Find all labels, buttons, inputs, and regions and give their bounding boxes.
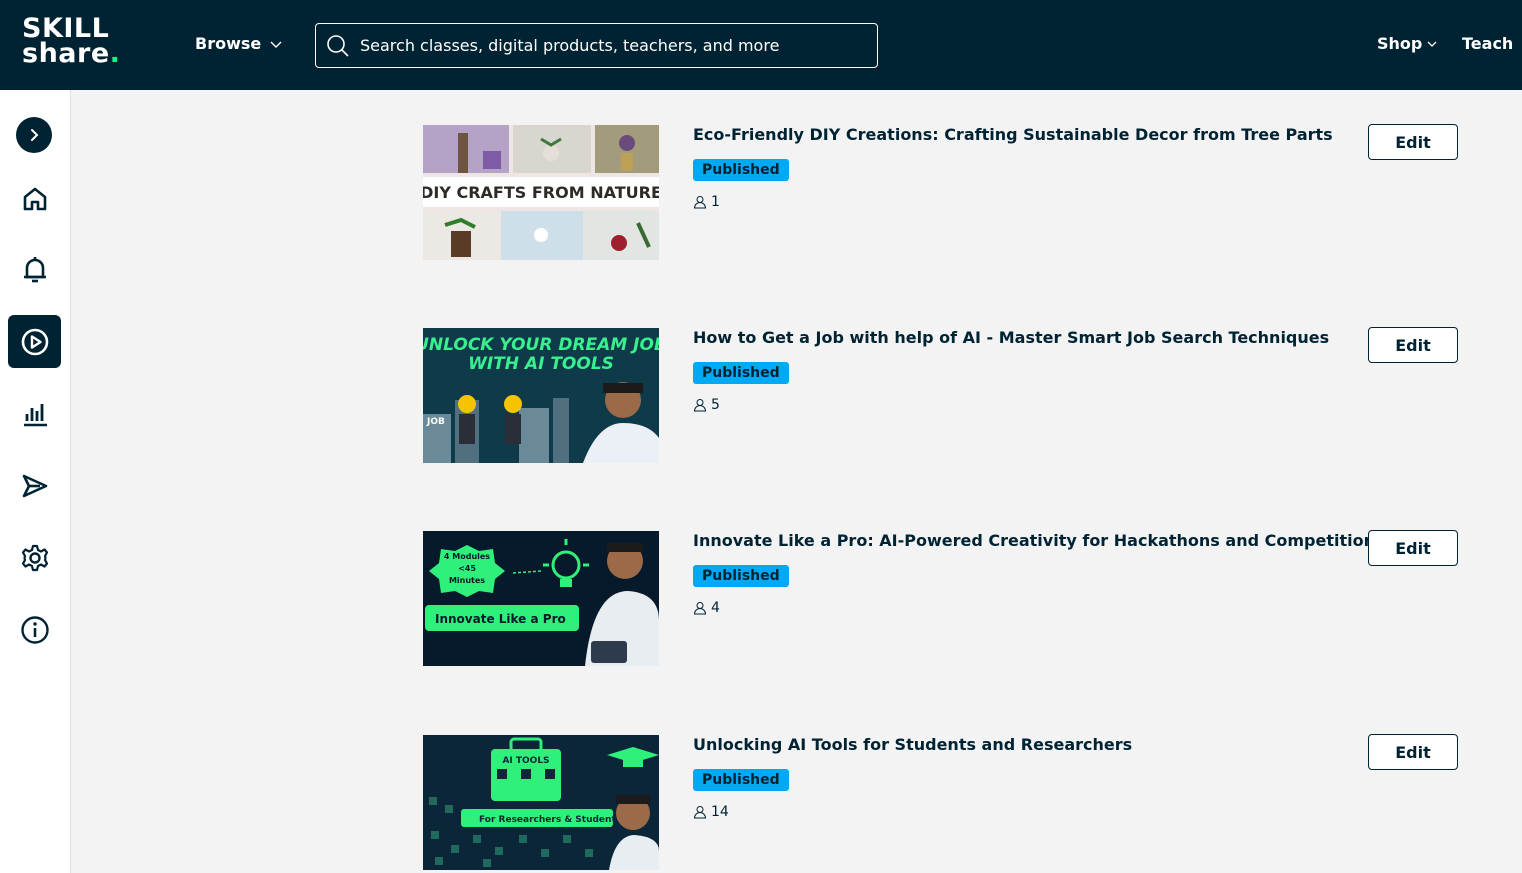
thumbnail-text: AI TOOLS <box>502 756 549 766</box>
chevron-down-icon <box>1427 41 1437 47</box>
student-count: 1 <box>693 194 720 210</box>
student-count-value: 5 <box>711 397 720 413</box>
skillshare-logo[interactable]: SKILL share. <box>22 15 142 76</box>
left-sidebar <box>0 90 71 873</box>
thumbnail-image: UNLOCK YOUR DREAM JOB WITH AI TOOLS JOB <box>423 328 659 463</box>
play-circle-icon <box>21 328 48 355</box>
search-bar[interactable] <box>315 23 878 68</box>
top-navigation-bar: SKILL share. Browse Shop Teach <box>0 0 1522 90</box>
status-badge: Published <box>693 565 789 587</box>
teach-link[interactable]: Teach <box>1462 34 1513 53</box>
student-count-value: 14 <box>711 804 729 820</box>
browse-label: Browse <box>195 34 262 53</box>
sidebar-item-home[interactable] <box>8 172 61 225</box>
class-thumbnail[interactable]: DIY CRAFTS FROM NATURE <box>423 125 659 260</box>
chevron-down-icon <box>270 41 282 48</box>
sidebar-item-settings[interactable] <box>8 531 61 584</box>
edit-button[interactable]: Edit <box>1368 530 1458 566</box>
bell-icon <box>23 256 46 282</box>
thumbnail-image: 4 Modules <45 Minutes Innovate Like a Pr… <box>423 531 659 666</box>
sidebar-item-classes[interactable] <box>8 315 61 368</box>
user-icon <box>693 806 707 819</box>
user-icon <box>693 602 707 615</box>
status-badge: Published <box>693 769 789 791</box>
thumbnail-text: Minutes <box>449 576 485 585</box>
edit-button[interactable]: Edit <box>1368 734 1458 770</box>
thumbnail-text: UNLOCK YOUR DREAM JOB <box>423 335 659 355</box>
class-title[interactable]: Unlocking AI Tools for Students and Rese… <box>693 735 1343 755</box>
student-count-value: 4 <box>711 600 720 616</box>
student-count: 4 <box>693 600 720 616</box>
search-icon <box>327 34 349 57</box>
student-count: 14 <box>693 804 729 820</box>
class-row: DIY CRAFTS FROM NATURE Eco-Friendly DIY … <box>423 124 1463 265</box>
class-row: 4 Modules <45 Minutes Innovate Like a Pr… <box>423 530 1463 671</box>
thumbnail-text: For Researchers & Students <box>479 815 621 825</box>
gear-icon <box>21 544 48 571</box>
bar-chart-icon <box>23 403 47 426</box>
sidebar-item-help[interactable] <box>8 603 61 656</box>
sidebar-item-notifications[interactable] <box>8 243 61 296</box>
expand-sidebar-button[interactable] <box>16 117 52 153</box>
search-input[interactable] <box>360 36 860 55</box>
class-thumbnail[interactable]: 4 Modules <45 Minutes Innovate Like a Pr… <box>423 531 659 666</box>
thumbnail-image: AI TOOLS For Researchers & Students <box>423 735 659 870</box>
thumbnail-image: DIY CRAFTS FROM NATURE <box>423 125 659 260</box>
edit-button[interactable]: Edit <box>1368 124 1458 160</box>
class-title[interactable]: Innovate Like a Pro: AI-Powered Creativi… <box>693 531 1384 551</box>
shop-label: Shop <box>1377 34 1423 53</box>
thumbnail-text: WITH AI TOOLS <box>468 354 614 374</box>
student-count-value: 1 <box>711 194 720 210</box>
class-row: UNLOCK YOUR DREAM JOB WITH AI TOOLS JOB … <box>423 327 1463 468</box>
logo-line-2: share. <box>22 38 121 69</box>
info-icon <box>20 615 49 644</box>
status-badge: Published <box>693 159 789 181</box>
browse-menu-button[interactable]: Browse <box>195 34 283 53</box>
send-icon <box>22 474 47 497</box>
thumbnail-text: Innovate Like a Pro <box>435 612 566 626</box>
home-icon <box>23 187 46 210</box>
thumbnail-text: 4 Modules <box>444 552 490 561</box>
sidebar-item-stats[interactable] <box>8 387 61 440</box>
class-title[interactable]: How to Get a Job with help of AI - Maste… <box>693 328 1343 348</box>
sidebar-item-messages[interactable] <box>8 459 61 512</box>
thumbnail-text: DIY CRAFTS FROM NATURE <box>423 183 659 202</box>
edit-button[interactable]: Edit <box>1368 327 1458 363</box>
student-count: 5 <box>693 397 720 413</box>
class-thumbnail[interactable]: AI TOOLS For Researchers & Students <box>423 735 659 870</box>
user-icon <box>693 196 707 209</box>
user-icon <box>693 399 707 412</box>
chevron-right-icon <box>31 129 39 141</box>
thumbnail-text: JOB <box>426 417 445 427</box>
class-row: AI TOOLS For Researchers & Students Unlo… <box>423 734 1463 873</box>
class-title[interactable]: Eco-Friendly DIY Creations: Crafting Sus… <box>693 125 1343 145</box>
thumbnail-text: <45 <box>458 564 476 573</box>
class-thumbnail[interactable]: UNLOCK YOUR DREAM JOB WITH AI TOOLS JOB <box>423 328 659 463</box>
status-badge: Published <box>693 362 789 384</box>
shop-menu-button[interactable]: Shop <box>1377 34 1438 53</box>
